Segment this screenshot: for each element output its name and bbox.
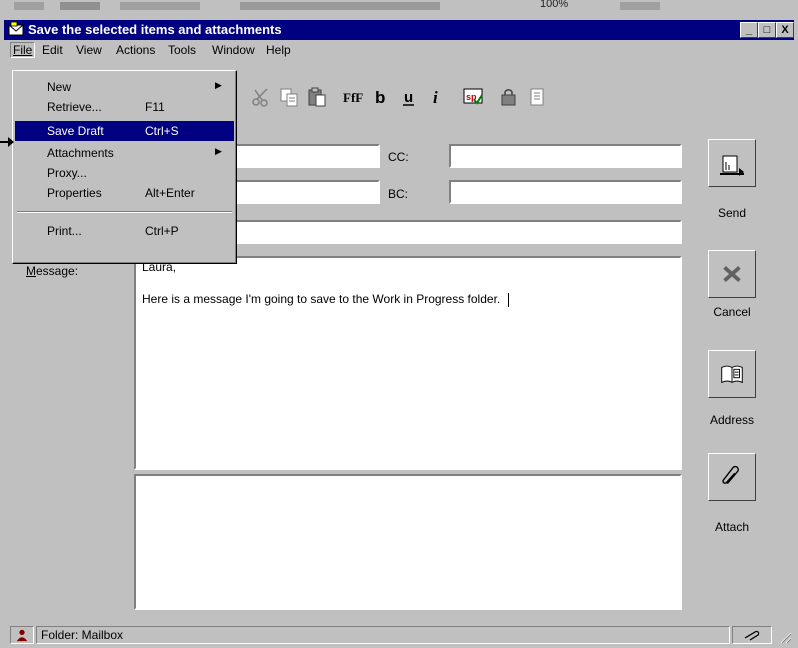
- paperclip-status-icon: [744, 630, 760, 641]
- maximize-icon: □: [763, 24, 771, 36]
- svg-text:FfF: FfF: [343, 90, 363, 105]
- spell-check-icon: sp: [463, 88, 483, 105]
- user-icon: [16, 629, 28, 642]
- svg-text:u: u: [404, 89, 413, 106]
- send-button[interactable]: [708, 139, 756, 187]
- address-label: Address: [709, 413, 755, 427]
- menu-file[interactable]: File: [10, 42, 36, 58]
- options-button[interactable]: [524, 84, 550, 110]
- subject-field[interactable]: [235, 220, 682, 244]
- italic-icon: i: [433, 88, 438, 107]
- font-button[interactable]: FfF: [340, 84, 366, 110]
- file-menu-dropdown: New ▶ Retrieve... F11 Save Draft Ctrl+S …: [12, 70, 237, 264]
- paperclip-icon: [722, 465, 739, 484]
- folder-text: Folder: Mailbox: [41, 628, 124, 642]
- maximize-button[interactable]: □: [758, 22, 776, 38]
- window-title: Save the selected items and attachments: [28, 22, 282, 37]
- cut-button[interactable]: [248, 84, 274, 110]
- cc-label: CC:: [388, 150, 409, 164]
- proxy-status-button[interactable]: [10, 626, 34, 644]
- underline-icon: u: [403, 89, 414, 106]
- bc-field[interactable]: [449, 180, 682, 204]
- spell-check-button[interactable]: sp: [460, 84, 486, 110]
- menu-item-print[interactable]: Print... Ctrl+P: [15, 221, 234, 241]
- menu-tools[interactable]: Tools: [166, 43, 198, 57]
- security-button[interactable]: [496, 84, 522, 110]
- minimize-button[interactable]: _: [740, 22, 758, 38]
- cancel-x-icon: [723, 266, 741, 282]
- cc-field[interactable]: [449, 144, 682, 168]
- copy-button[interactable]: [276, 84, 302, 110]
- paste-button[interactable]: [304, 84, 330, 110]
- menu-item-save-draft[interactable]: Save Draft Ctrl+S: [15, 121, 234, 141]
- cancel-label: Cancel: [713, 305, 751, 319]
- attachment-pane[interactable]: [134, 474, 682, 610]
- svg-text:i: i: [433, 88, 438, 107]
- menu-view[interactable]: View: [74, 43, 104, 57]
- submenu-arrow-icon: ▶: [215, 146, 222, 156]
- send-icon: [720, 155, 744, 176]
- background-app-toolbar: 100%: [0, 0, 798, 18]
- paste-icon: [308, 87, 326, 107]
- menu-help[interactable]: Help: [264, 43, 293, 57]
- envelope-icon: [8, 21, 24, 36]
- message-body[interactable]: Laura, Here is a message I'm going to sa…: [134, 256, 682, 470]
- message-text: Here is a message I'm going to save to t…: [142, 292, 674, 307]
- cancel-button[interactable]: [708, 250, 756, 298]
- zoom-readout: 100%: [540, 0, 569, 10]
- address-book-icon: [721, 365, 743, 384]
- status-bar: Folder: Mailbox: [8, 624, 794, 646]
- resize-grip-icon[interactable]: [778, 630, 792, 644]
- menu-edit[interactable]: Edit: [40, 43, 65, 57]
- callout-arrow-icon: [0, 136, 14, 148]
- bold-button[interactable]: b: [368, 84, 394, 110]
- svg-text:b: b: [375, 88, 385, 107]
- lock-icon: [501, 89, 516, 106]
- close-icon: X: [781, 24, 789, 36]
- title-bar: Save the selected items and attachments …: [4, 20, 794, 40]
- submenu-arrow-icon: ▶: [215, 80, 222, 90]
- menu-item-proxy[interactable]: Proxy...: [15, 163, 234, 183]
- notify-indicator[interactable]: [732, 626, 772, 644]
- copy-icon: [280, 88, 298, 107]
- folder-status: Folder: Mailbox: [36, 626, 730, 644]
- menu-separator: [17, 211, 232, 213]
- send-label: Send: [717, 206, 747, 220]
- formatting-toolbar: FfF b u i sp: [236, 82, 656, 116]
- attach-button[interactable]: [708, 453, 756, 501]
- document-options-icon: [530, 88, 544, 106]
- address-button[interactable]: [708, 350, 756, 398]
- menu-item-new[interactable]: New ▶: [15, 77, 234, 97]
- scissors-icon: [252, 88, 268, 107]
- bold-icon: b: [375, 88, 385, 107]
- menu-item-properties[interactable]: Properties Alt+Enter: [15, 183, 234, 203]
- attach-label: Attach: [714, 520, 750, 534]
- menu-item-attachments[interactable]: Attachments ▶: [15, 143, 234, 163]
- menu-bar: File Edit View Actions Tools Window Help: [4, 40, 794, 62]
- menu-item-retrieve[interactable]: Retrieve... F11: [15, 97, 234, 117]
- underline-button[interactable]: u: [396, 84, 422, 110]
- italic-button[interactable]: i: [424, 84, 450, 110]
- font-icon: FfF: [343, 90, 363, 105]
- menu-actions[interactable]: Actions: [114, 43, 157, 57]
- message-label: Message:: [26, 264, 79, 278]
- minimize-icon: _: [745, 24, 753, 36]
- menu-window[interactable]: Window: [210, 43, 257, 57]
- close-button[interactable]: X: [776, 22, 794, 38]
- bc-label: BC:: [388, 187, 409, 201]
- from-field[interactable]: [235, 180, 380, 204]
- to-field[interactable]: [235, 144, 380, 168]
